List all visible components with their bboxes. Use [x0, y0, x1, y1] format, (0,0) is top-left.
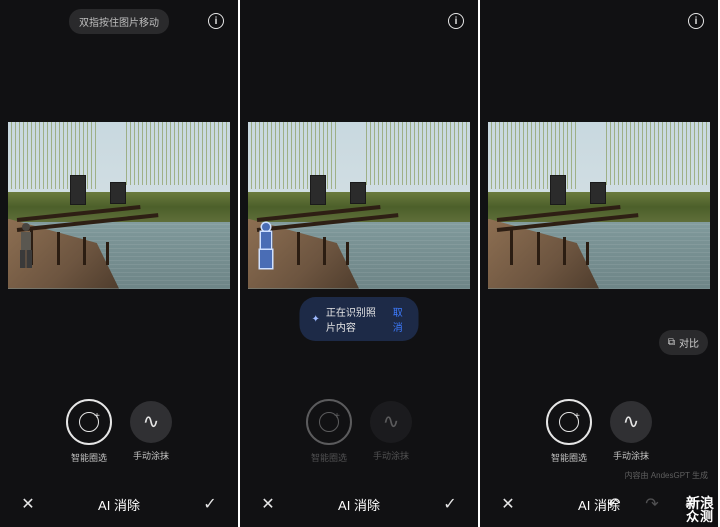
close-icon[interactable]	[18, 494, 38, 514]
person-subject	[17, 223, 35, 269]
photo[interactable]	[248, 122, 470, 289]
source-watermark: 新浪 众测	[686, 496, 714, 523]
brush-icon	[383, 409, 400, 434]
confirm-icon[interactable]	[200, 494, 220, 514]
watermark-brand: 新浪	[686, 496, 714, 510]
canvas[interactable]	[0, 42, 238, 381]
page-title: AI 消除	[578, 495, 620, 514]
bottombar: AI 消除	[0, 481, 238, 527]
close-icon[interactable]	[258, 494, 278, 514]
processing-toast: 正在识别照片内容 取消	[300, 297, 419, 341]
tool-label: 智能圈选	[551, 451, 587, 464]
compare-label: 对比	[679, 335, 699, 350]
info-icon[interactable]: i	[208, 13, 224, 29]
screen-result: i 对比 智能圈选 手动涂抹 内容由 AndesGPT 生成 AI 消除	[480, 0, 720, 527]
compare-button[interactable]: 对比	[659, 330, 708, 355]
close-icon[interactable]	[498, 494, 518, 514]
topbar: i	[240, 0, 478, 42]
tool-manual-brush[interactable]: 手动涂抹	[610, 401, 652, 462]
person-subject-selected	[257, 223, 275, 269]
toast-cancel-button[interactable]: 取消	[393, 304, 407, 334]
bottombar: AI 消除	[480, 481, 718, 527]
screen-before: 双指按住图片移动 i 智能圈选 手动涂抹 AI 消除	[0, 0, 240, 527]
bottombar: AI 消除	[240, 481, 478, 527]
smart-select-icon	[319, 412, 339, 432]
compare-icon	[668, 337, 675, 348]
info-icon[interactable]: i	[688, 13, 704, 29]
redo-icon	[642, 494, 662, 514]
toast-text: 正在识别照片内容	[326, 304, 381, 334]
topbar: 双指按住图片移动 i	[0, 0, 238, 42]
tool-manual-brush[interactable]: 手动涂抹	[130, 401, 172, 462]
tool-label: 智能圈选	[311, 451, 347, 464]
page-title: AI 消除	[338, 495, 380, 514]
tool-row: 智能圈选 手动涂抹	[0, 381, 238, 481]
confirm-icon[interactable]	[440, 494, 460, 514]
page-title: AI 消除	[98, 495, 140, 514]
brush-icon	[143, 409, 160, 434]
smart-select-icon	[79, 412, 99, 432]
watermark-sub: 众测	[686, 510, 714, 523]
topbar: i	[480, 0, 718, 42]
smart-select-icon	[559, 412, 579, 432]
tool-row: 智能圈选 手动涂抹	[240, 381, 478, 481]
sparkle-icon	[312, 314, 320, 325]
brush-icon	[623, 409, 640, 434]
info-icon[interactable]: i	[448, 13, 464, 29]
screen-processing: i 正在识别照片内容 取消 智能圈选 手动涂抹	[240, 0, 480, 527]
tool-label: 手动涂抹	[373, 449, 409, 462]
tool-row: 智能圈选 手动涂抹	[480, 381, 718, 481]
tool-label: 手动涂抹	[613, 449, 649, 462]
ai-credit: 内容由 AndesGPT 生成	[625, 470, 708, 481]
tool-label: 手动涂抹	[133, 449, 169, 462]
tool-smart-select[interactable]: 智能圈选	[66, 399, 112, 464]
photo[interactable]	[488, 122, 710, 289]
tool-label: 智能圈选	[71, 451, 107, 464]
gesture-hint: 双指按住图片移动	[69, 9, 169, 34]
tool-smart-select[interactable]: 智能圈选	[546, 399, 592, 464]
tool-manual-brush: 手动涂抹	[370, 401, 412, 462]
photo[interactable]	[8, 122, 230, 289]
tool-smart-select: 智能圈选	[306, 399, 352, 464]
